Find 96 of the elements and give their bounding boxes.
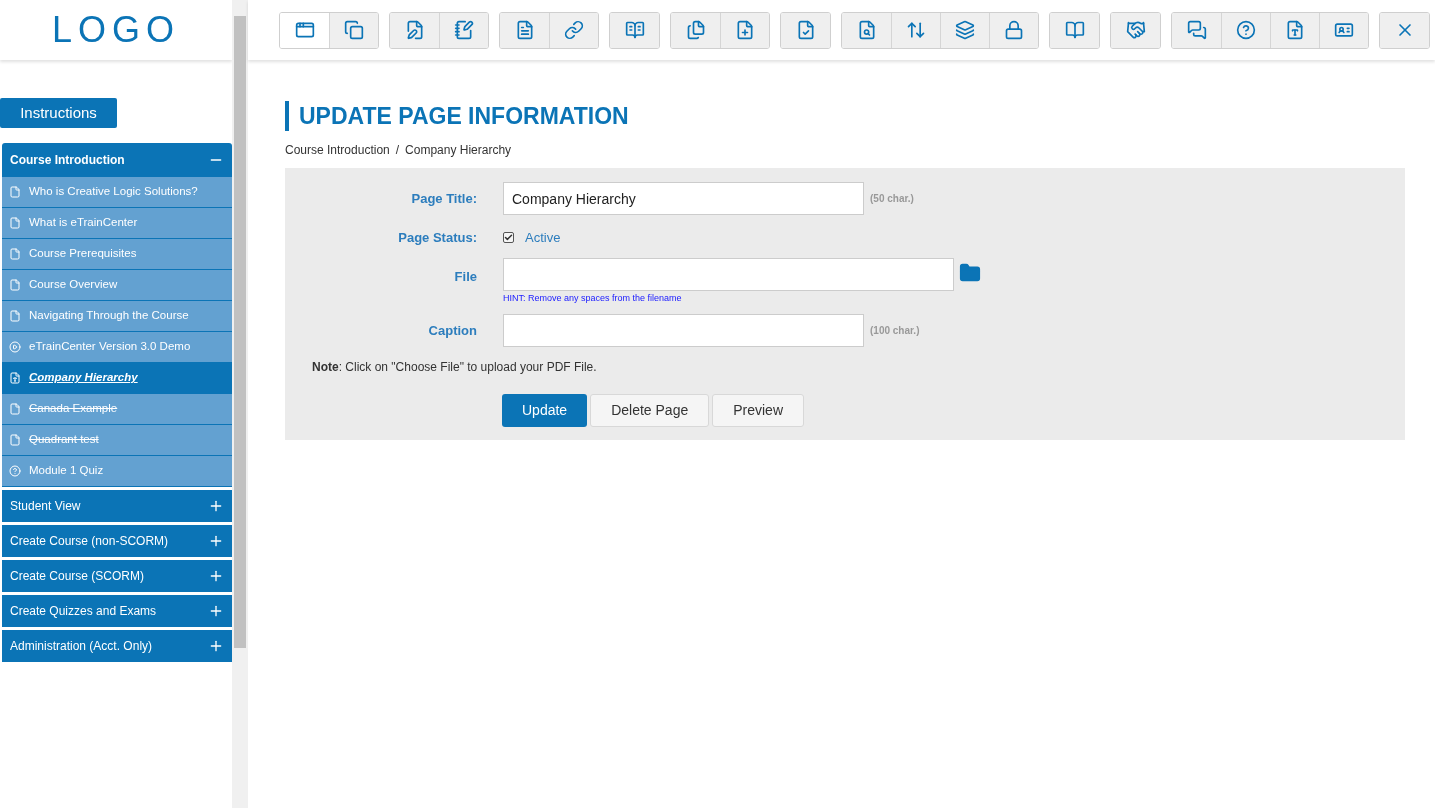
lock-icon xyxy=(1004,20,1024,40)
section-title: Create Course (SCORM) xyxy=(10,568,145,585)
page-icon xyxy=(9,217,21,229)
form-button[interactable]: Update xyxy=(502,394,588,427)
instructions-button[interactable]: Instructions xyxy=(0,98,117,128)
section-title: Create Quizzes and Exams xyxy=(10,603,157,620)
book-icon xyxy=(1064,20,1085,40)
sidebar-item[interactable]: Quadrant test xyxy=(2,425,232,456)
toolbar-button[interactable] xyxy=(610,12,659,48)
toolbar-button[interactable] xyxy=(1172,12,1221,48)
toolbar-button[interactable] xyxy=(390,12,439,48)
field-label: File xyxy=(453,267,477,286)
section-title: Course Introduction xyxy=(10,152,125,169)
layers-icon xyxy=(955,20,975,40)
section-title: Administration (Acct. Only) xyxy=(10,638,153,655)
toolbar-button[interactable] xyxy=(500,12,549,48)
video-icon xyxy=(9,341,21,353)
page-icon xyxy=(9,403,21,415)
section-header[interactable]: Create Course (non-SCORM) xyxy=(2,525,232,557)
caption-field[interactable] xyxy=(503,314,864,347)
link-icon xyxy=(564,20,584,40)
section-header[interactable]: Student View xyxy=(2,490,232,522)
check-icon xyxy=(504,233,513,243)
vertical-scrollbar[interactable] xyxy=(232,0,248,808)
toolbar-button[interactable] xyxy=(989,12,1038,48)
notepad-pen-icon xyxy=(454,20,474,40)
toolbar-button[interactable] xyxy=(1221,12,1270,48)
page-icon xyxy=(9,279,21,291)
toolbar-button[interactable] xyxy=(781,12,830,48)
checkbox-label: Active xyxy=(525,229,561,247)
id-card-icon xyxy=(1334,20,1354,40)
sidebar-item[interactable]: eTrainCenter Version 3.0 Demo xyxy=(2,332,232,363)
page-heading: UPDATE PAGE INFORMATION xyxy=(299,101,629,131)
toolbar-button[interactable] xyxy=(720,12,769,48)
section-header[interactable]: Create Quizzes and Exams xyxy=(2,595,232,627)
section-header[interactable]: Course Introduction xyxy=(2,143,232,177)
expand-icon[interactable] xyxy=(208,498,224,514)
note-text: Note: Click on "Choose File" to upload your PDF File. xyxy=(312,359,598,376)
sort-arrows-icon xyxy=(906,20,926,40)
toolbar-button[interactable] xyxy=(1111,12,1160,48)
folder-icon[interactable] xyxy=(959,261,981,284)
page-icon xyxy=(9,248,21,260)
help-icon xyxy=(1236,20,1256,40)
logo: LOGO xyxy=(52,8,180,52)
section-title: Student View xyxy=(10,498,81,515)
expand-icon[interactable] xyxy=(208,568,224,584)
section-header[interactable]: Create Course (SCORM) xyxy=(2,560,232,592)
breadcrumb-item[interactable]: Course Introduction xyxy=(285,141,390,159)
field-label: Caption xyxy=(427,321,477,340)
breadcrumb-separator: / xyxy=(395,142,400,159)
toolbar-button[interactable] xyxy=(329,12,378,48)
sidebar-item[interactable]: Module 1 Quiz xyxy=(2,456,232,487)
page-icon xyxy=(9,434,21,446)
page-title-field[interactable]: Company Hierarchy xyxy=(503,182,864,215)
file-field[interactable] xyxy=(503,257,954,291)
toolbar-button[interactable] xyxy=(1270,12,1319,48)
documents-icon xyxy=(685,20,706,40)
page-icon xyxy=(9,186,21,198)
toolbar-button[interactable] xyxy=(842,12,891,48)
field-label: Page Status: xyxy=(397,229,477,247)
field-label: Page Title: xyxy=(410,189,477,208)
sidebar-item[interactable]: What is eTrainCenter xyxy=(2,208,232,239)
sidebar-item[interactable]: Who is Creative Logic Solutions? xyxy=(2,177,232,208)
window-add-icon xyxy=(294,20,315,40)
section-header[interactable]: Administration (Acct. Only) xyxy=(2,630,232,662)
char-limit: (50 char.) xyxy=(870,192,914,206)
toolbar-button[interactable] xyxy=(549,12,598,48)
hint-text: HINT: Remove any spaces from the filename xyxy=(503,291,683,305)
sidebar-item[interactable]: Canada Example xyxy=(2,394,232,425)
toolbar-button[interactable] xyxy=(940,12,989,48)
toolbar-button[interactable] xyxy=(1050,12,1099,48)
expand-icon[interactable] xyxy=(208,638,224,654)
sidebar-item[interactable]: Course Overview xyxy=(2,270,232,301)
sidebar-item[interactable]: Course Prerequisites xyxy=(2,239,232,270)
sidebar-item[interactable]: Navigating Through the Course xyxy=(2,301,232,332)
toolbar-button[interactable] xyxy=(891,12,940,48)
form-button[interactable]: Preview xyxy=(712,394,804,427)
copy-icon xyxy=(344,20,364,40)
page-icon xyxy=(9,310,21,322)
toolbar-button[interactable] xyxy=(439,12,488,48)
toolbar-button[interactable] xyxy=(1380,12,1429,48)
sidebar-item[interactable]: Company Hierarchy xyxy=(2,363,232,394)
toolbar-button[interactable] xyxy=(671,12,720,48)
expand-icon[interactable] xyxy=(208,603,224,619)
chat-icon xyxy=(1186,20,1207,40)
form-button[interactable]: Delete Page xyxy=(590,394,710,427)
active-checkbox[interactable] xyxy=(503,232,514,244)
breadcrumb-item: Company Hierarchy xyxy=(405,142,512,159)
document-add-icon xyxy=(735,20,755,40)
quiz-icon xyxy=(9,465,21,477)
reader-icon xyxy=(624,20,645,40)
section-title: Create Course (non-SCORM) xyxy=(10,533,169,550)
handshake-icon xyxy=(1125,20,1146,40)
expand-icon[interactable] xyxy=(208,533,224,549)
char-limit: (100 char.) xyxy=(870,324,920,338)
toolbar-button[interactable] xyxy=(1319,12,1368,48)
